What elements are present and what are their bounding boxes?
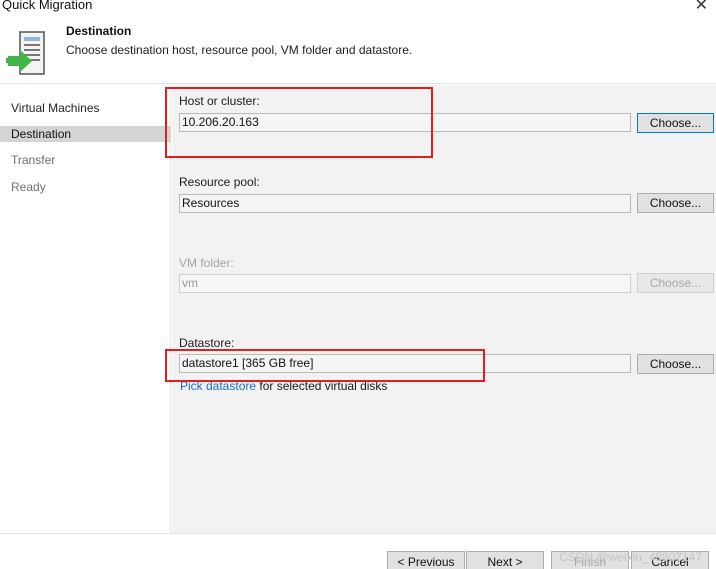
pick-datastore-link[interactable]: Pick datastore [180,379,256,393]
vm-folder-field: vm [179,274,631,293]
host-label: Host or cluster: [179,94,260,108]
pick-datastore-row: Pick datastore for selected virtual disk… [180,380,387,392]
choose-datastore-button[interactable]: Choose... [637,354,714,374]
destination-panel: Host or cluster: 10.206.20.163 Choose...… [172,85,716,533]
wizard-steps: Virtual Machines Destination Transfer Re… [0,85,171,533]
datastore-label: Datastore: [179,336,235,350]
wizard-footer: < Previous Next > Finish Cancel CSDN @we… [0,533,716,569]
host-field[interactable]: 10.206.20.163 [179,113,631,132]
previous-button[interactable]: < Previous [387,551,465,569]
datastore-field[interactable]: datastore1 [365 GB free] [179,354,631,373]
resource-pool-field[interactable]: Resources [179,194,631,213]
finish-button: Finish [551,551,629,569]
close-icon[interactable]: ✕ [695,0,708,15]
cancel-button[interactable]: Cancel [631,551,709,569]
title-bar: Quick Migration ✕ [0,0,716,18]
step-transfer: Transfer [11,153,56,167]
step-ready: Ready [11,180,46,194]
choose-host-button[interactable]: Choose... [637,113,714,133]
resource-pool-label: Resource pool: [179,175,260,189]
next-button[interactable]: Next > [466,551,544,569]
choose-resource-pool-button[interactable]: Choose... [637,193,714,213]
pick-datastore-text: for selected virtual disks [256,379,388,393]
step-destination[interactable]: Destination [0,126,171,142]
page-description: Choose destination host, resource pool, … [66,43,413,57]
wizard-header: Destination Choose destination host, res… [0,18,716,84]
vm-folder-label: VM folder: [179,256,234,270]
step-virtual-machines[interactable]: Virtual Machines [0,100,171,116]
window-title: Quick Migration [2,0,93,12]
choose-vm-folder-button: Choose... [637,273,714,293]
migration-server-icon [6,31,45,75]
page-title: Destination [66,24,132,38]
